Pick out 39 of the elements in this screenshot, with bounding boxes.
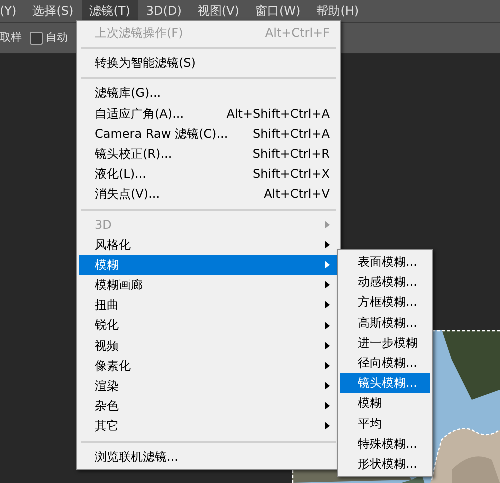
menu-bar-item[interactable]: 视图(V) bbox=[190, 0, 248, 22]
menu-item[interactable]: 动感模糊... bbox=[340, 272, 430, 292]
menu-item[interactable]: 杂色 bbox=[79, 396, 338, 416]
menu-item[interactable]: 扭曲 bbox=[79, 295, 338, 316]
menu-item[interactable]: Camera Raw 滤镜(C)... Shift+Ctrl+A bbox=[79, 124, 338, 144]
menu-item[interactable]: 径向模糊... bbox=[340, 352, 430, 374]
menu-bar-item[interactable]: 选择(S) bbox=[24, 0, 82, 22]
menu-item[interactable]: 视频 bbox=[79, 336, 338, 356]
menu-item[interactable]: 进一步模糊 bbox=[340, 332, 430, 353]
menu-item[interactable]: 高斯模糊... bbox=[340, 312, 430, 333]
sample-label: 取样 bbox=[0, 30, 22, 46]
menu-item[interactable]: 表面模糊... bbox=[340, 252, 430, 272]
menu-bar-item[interactable]: 3D(D) bbox=[138, 0, 190, 22]
menu-item[interactable]: 模糊 bbox=[340, 393, 430, 414]
menu-item[interactable]: 其它 bbox=[79, 416, 338, 437]
menu-item[interactable]: 镜头校正(R)... Shift+Ctrl+R bbox=[79, 144, 338, 164]
menu-item[interactable]: 锐化 bbox=[79, 315, 338, 336]
menu-item[interactable]: 液化(L)... Shift+Ctrl+X bbox=[79, 164, 338, 184]
menu-item[interactable]: 滤镜库(G)... bbox=[79, 83, 338, 104]
menu-bar-item[interactable]: (Y) bbox=[0, 0, 25, 22]
menu-item[interactable]: 像素化 bbox=[79, 356, 338, 376]
menu-item[interactable]: 方框模糊... bbox=[340, 292, 430, 313]
menu-item[interactable]: 模糊 bbox=[79, 254, 338, 276]
menu-bar-item[interactable]: 滤镜(T) bbox=[82, 0, 138, 22]
menu-item[interactable]: 特殊模糊... bbox=[340, 434, 430, 454]
menu-item[interactable]: 镜头模糊... bbox=[340, 373, 430, 394]
menu-item[interactable]: 渲染 bbox=[79, 376, 338, 396]
menu-item[interactable]: 风格化 bbox=[79, 234, 338, 255]
menu-item[interactable]: 平均 bbox=[340, 414, 430, 434]
checkbox[interactable] bbox=[30, 32, 43, 44]
menu-item[interactable]: 转换为智能滤镜(S) bbox=[79, 53, 338, 74]
menu-bar-item[interactable]: 窗口(W) bbox=[247, 0, 309, 22]
menu-item[interactable]: 模糊画廊 bbox=[79, 275, 338, 296]
checkbox-label: 自动 bbox=[46, 30, 68, 46]
menu-bar-item[interactable]: 帮助(H) bbox=[308, 0, 368, 22]
menu-item[interactable]: 浏览联机滤镜... bbox=[79, 446, 338, 467]
menu-item[interactable]: 形状模糊... bbox=[340, 454, 430, 474]
menu-item[interactable]: 消失点(V)... Alt+Ctrl+V bbox=[79, 184, 338, 204]
menu-item[interactable]: 自适应广角(A)... Alt+Shift+Ctrl+A bbox=[79, 104, 338, 124]
